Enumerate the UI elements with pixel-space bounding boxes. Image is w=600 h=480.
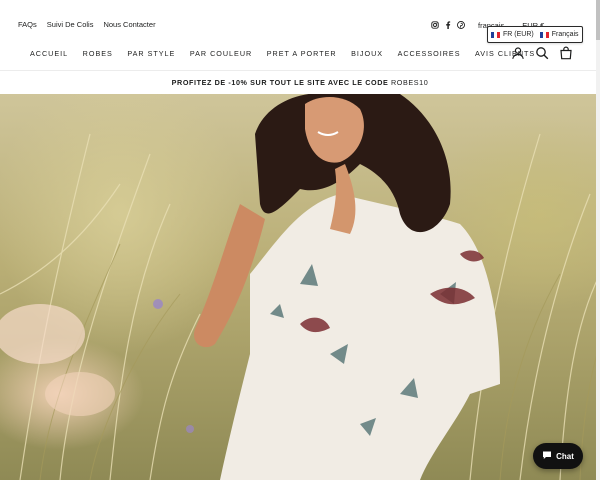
scrollbar-thumb[interactable] xyxy=(596,0,600,40)
nav-menu: ACCUEIL ROBES PAR STYLE PAR COULEUR PRET… xyxy=(30,49,550,58)
chat-bubble-icon xyxy=(542,450,552,462)
cart-icon[interactable] xyxy=(559,46,573,60)
language-label: Français xyxy=(551,31,579,38)
social-links xyxy=(431,21,465,29)
account-icon[interactable] xyxy=(511,46,525,60)
order-tracking-link[interactable]: Suivi De Colis xyxy=(47,20,94,29)
search-icon[interactable] xyxy=(535,46,549,60)
currency-selector[interactable]: FR (EUR) xyxy=(491,31,534,38)
chat-button[interactable]: Chat xyxy=(533,443,583,469)
nav-item-accueil[interactable]: ACCUEIL xyxy=(30,49,68,58)
nav-item-robes[interactable]: ROBES xyxy=(83,49,113,58)
utility-links: FAQs Suivi De Colis Nous Contacter xyxy=(18,20,156,29)
nav-item-bijoux[interactable]: BIJOUX xyxy=(351,49,383,58)
contact-link[interactable]: Nous Contacter xyxy=(103,20,155,29)
promo-banner: PROFITEZ DE -10% SUR TOUT LE SITE AVEC L… xyxy=(0,72,600,94)
facebook-icon[interactable] xyxy=(445,21,451,29)
promo-code: ROBES10 xyxy=(391,78,429,87)
faqs-link[interactable]: FAQs xyxy=(18,20,37,29)
france-flag-icon xyxy=(491,31,500,38)
nav-item-accessoires[interactable]: ACCESSOIRES xyxy=(398,49,461,58)
nav-item-par-couleur[interactable]: PAR COULEUR xyxy=(190,49,252,58)
currency-label: FR (EUR) xyxy=(503,31,534,38)
instagram-icon[interactable] xyxy=(431,21,439,29)
hero-photo xyxy=(0,94,600,480)
page-scrollbar[interactable] xyxy=(596,0,600,480)
language-selector[interactable]: Français xyxy=(539,31,579,38)
header-icons xyxy=(511,46,573,60)
locale-selector: FR (EUR) Français xyxy=(487,26,583,43)
hero-image xyxy=(0,94,600,480)
pinterest-icon[interactable] xyxy=(457,21,465,29)
chat-label: Chat xyxy=(556,451,574,461)
france-flag-icon xyxy=(539,31,549,38)
promo-text: PROFITEZ DE -10% SUR TOUT LE SITE AVEC L… xyxy=(171,78,391,87)
nav-item-par-style[interactable]: PAR STYLE xyxy=(127,49,175,58)
nav-item-pret-a-porter[interactable]: PRET A PORTER xyxy=(267,49,337,58)
